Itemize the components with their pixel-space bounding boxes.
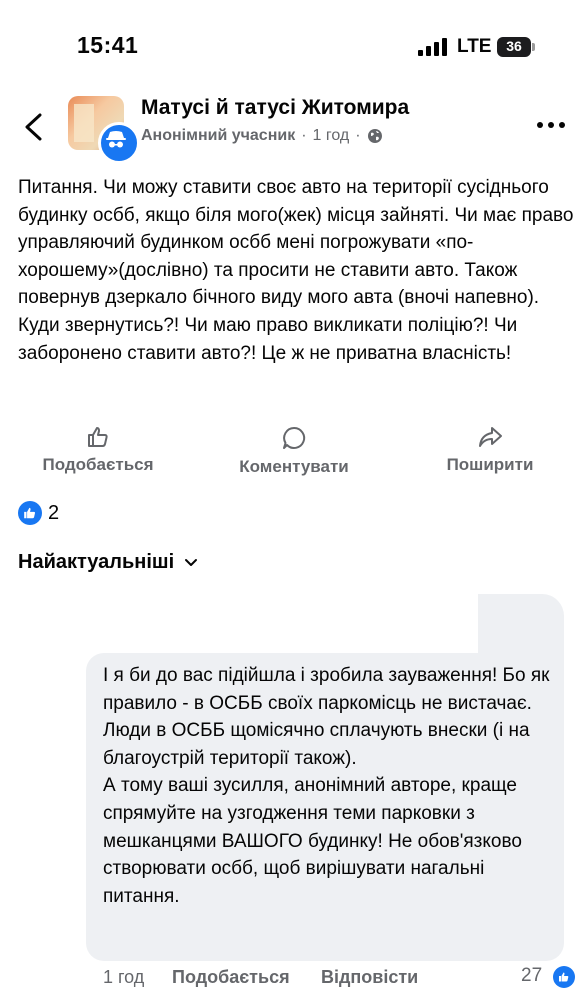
comment-sort-label: Найактуальніші <box>18 551 175 573</box>
thumbs-up-icon <box>88 427 108 447</box>
comment-time[interactable]: 1 год <box>103 967 144 988</box>
network-type: LTE <box>457 36 492 57</box>
comment-bubble-top <box>478 594 564 654</box>
group-name[interactable]: Матусі й татусі Житомира <box>141 96 409 120</box>
meta-separator-2: · <box>355 127 361 144</box>
back-arrow-icon[interactable] <box>22 112 46 142</box>
reaction-summary[interactable]: 2 <box>18 501 59 525</box>
comment-like-button[interactable]: Подобається <box>172 967 290 988</box>
anonymous-icon <box>98 122 140 164</box>
post-text: Питання. Чи можу ставити своє авто на те… <box>18 177 574 364</box>
chevron-down-icon <box>185 558 198 566</box>
comment-like-reaction-icon <box>553 966 575 988</box>
author-name[interactable]: Анонімний учасник <box>141 127 295 145</box>
comment-reply-button[interactable]: Відповісти <box>321 967 418 988</box>
share-button[interactable]: Поширити <box>440 425 540 475</box>
globe-icon <box>367 129 382 143</box>
comment-sort-dropdown[interactable]: Найактуальніші <box>18 551 198 574</box>
battery-icon: 36 <box>497 37 537 57</box>
post-actions-bar: Подобається Коментувати Поширити <box>0 425 588 485</box>
more-dots-icon[interactable] <box>536 120 566 130</box>
reaction-count: 2 <box>48 501 60 524</box>
status-time: 15:41 <box>77 32 139 58</box>
like-button[interactable]: Подобається <box>36 425 160 475</box>
comment-text: І я би до вас підійшла і зробила зауваже… <box>103 665 550 907</box>
share-arrow-icon <box>479 427 502 447</box>
meta-separator: · <box>301 127 307 144</box>
post-time[interactable]: 1 год <box>313 127 350 145</box>
share-button-label: Поширити <box>446 455 534 474</box>
post-meta: Анонімний учасник · 1 год · <box>141 127 383 145</box>
comment-button[interactable]: Коментувати <box>230 425 358 477</box>
comment-reaction-count[interactable]: 27 <box>521 965 542 987</box>
comment-bubble-icon <box>283 426 306 449</box>
battery-level: 36 <box>506 38 522 54</box>
cellular-signal-icon <box>418 38 447 56</box>
like-button-label: Подобається <box>42 455 154 474</box>
comment-button-label: Коментувати <box>239 457 349 476</box>
like-reaction-icon <box>18 501 42 525</box>
